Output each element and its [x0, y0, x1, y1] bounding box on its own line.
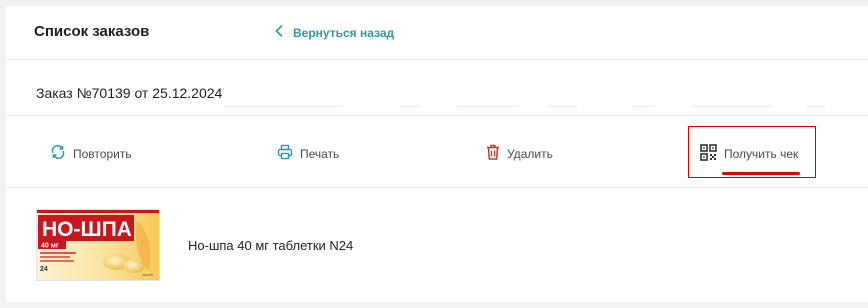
order-header: Заказ №70139 от 25.12.2024	[6, 60, 868, 116]
divider	[634, 106, 654, 107]
repeat-button[interactable]: Повторить	[50, 144, 132, 163]
divider	[224, 106, 342, 107]
trash-icon	[486, 144, 500, 163]
print-button[interactable]: Печать	[277, 144, 339, 163]
order-actions: Повторить Печать Удалить Получить чек	[6, 116, 868, 188]
svg-text:sanofi: sanofi	[142, 272, 153, 277]
order-title: Заказ №70139 от 25.12.2024	[36, 85, 223, 101]
repeat-icon	[50, 144, 66, 163]
package-dose: 40 мг	[41, 243, 59, 250]
print-label: Печать	[300, 146, 340, 161]
orders-card: Список заказов Вернуться назад Заказ №70…	[6, 6, 868, 302]
back-button[interactable]: Вернуться назад	[275, 25, 394, 40]
chevron-left-icon	[275, 25, 283, 40]
delete-button[interactable]: Удалить	[486, 144, 553, 163]
back-label: Вернуться назад	[293, 25, 395, 40]
order-item: НО-ШПА 40 мг 24 sanofi Но-шпа 40 мг табл…	[6, 188, 868, 302]
repeat-label: Повторить	[73, 146, 132, 161]
divider	[692, 106, 772, 107]
header: Список заказов Вернуться назад	[6, 6, 868, 60]
get-receipt-button[interactable]: Получить чек	[700, 144, 798, 164]
qr-code-icon	[700, 144, 717, 164]
delete-label: Удалить	[507, 146, 553, 161]
receipt-underline	[722, 172, 800, 175]
divider	[548, 106, 578, 107]
divider	[458, 106, 518, 107]
receipt-label: Получить чек	[724, 147, 799, 161]
package-brand: НО-ШПА	[42, 218, 132, 241]
package-count: 24	[40, 266, 48, 273]
product-image[interactable]: НО-ШПА 40 мг 24 sanofi	[36, 209, 160, 281]
page-title: Список заказов	[34, 23, 150, 40]
divider	[400, 106, 420, 107]
printer-icon	[277, 144, 293, 163]
divider	[806, 106, 826, 107]
product-name[interactable]: Но-шпа 40 мг таблетки N24	[188, 238, 353, 253]
